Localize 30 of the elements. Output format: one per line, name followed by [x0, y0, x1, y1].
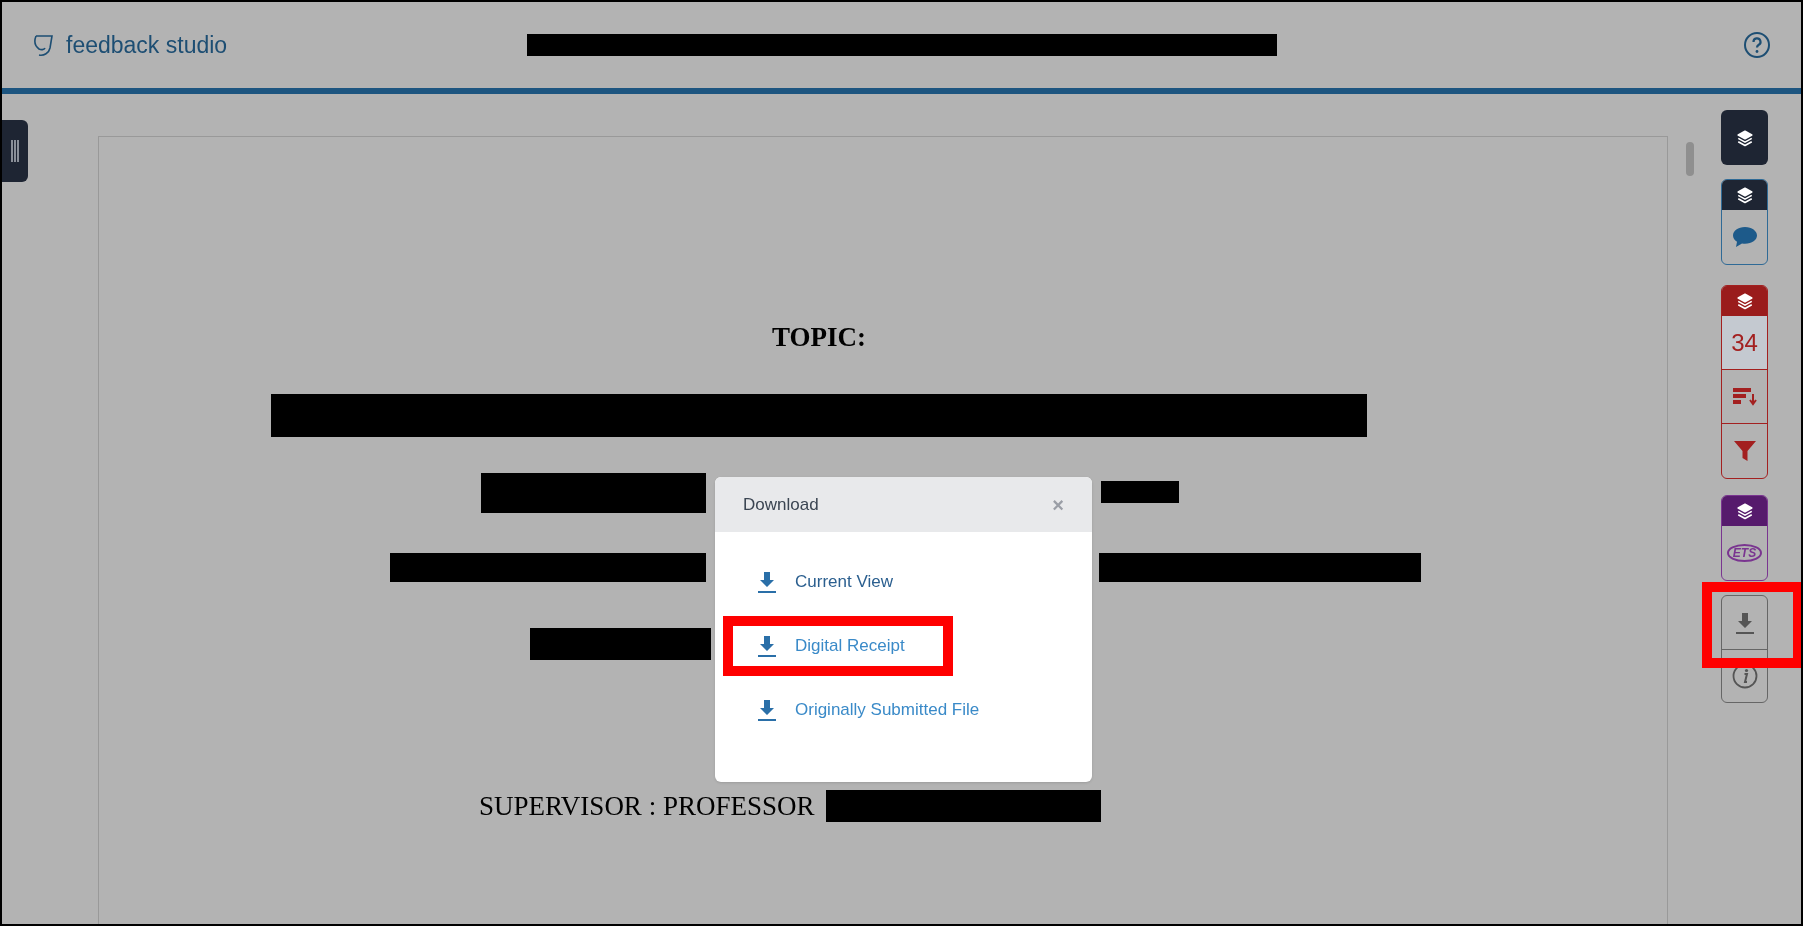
group-header[interactable]: [1722, 496, 1767, 526]
dialog-title: Download: [743, 493, 819, 516]
close-button[interactable]: ×: [1052, 494, 1064, 515]
scrollbar-thumb[interactable]: [1686, 142, 1694, 176]
grip-icon: [11, 140, 19, 162]
download-option-link[interactable]: Current View: [795, 569, 893, 595]
download-icon: [757, 634, 777, 658]
group-header[interactable]: [1722, 286, 1767, 316]
sidebar-handle[interactable]: [2, 120, 28, 182]
ets-logo: ETS: [1726, 544, 1763, 562]
layers-icon: [1735, 186, 1754, 204]
supervisor-line: SUPERVISOR : PROFESSOR: [479, 789, 815, 823]
download-option-link[interactable]: Originally Submitted File: [795, 697, 980, 723]
group-header[interactable]: [1722, 180, 1767, 210]
layers-icon: [1735, 128, 1754, 147]
filter-icon: [1732, 440, 1757, 462]
download-icon: [1734, 610, 1755, 635]
speech-bubble-icon: [1731, 226, 1758, 248]
ets-button[interactable]: ETS: [1722, 526, 1767, 580]
layers-icon: [1735, 502, 1754, 520]
score-button[interactable]: 34: [1722, 316, 1767, 370]
app-title: feedback studio: [66, 30, 228, 60]
download-icon: [757, 570, 777, 594]
download-icon: [757, 698, 777, 722]
layers-icon: [1735, 292, 1754, 310]
document-heading: TOPIC:: [772, 321, 866, 354]
help-icon[interactable]: [1743, 31, 1771, 59]
download-option-link[interactable]: Digital Receipt: [795, 633, 905, 659]
layers-button[interactable]: [1721, 110, 1768, 165]
sort-icon: [1731, 386, 1758, 407]
